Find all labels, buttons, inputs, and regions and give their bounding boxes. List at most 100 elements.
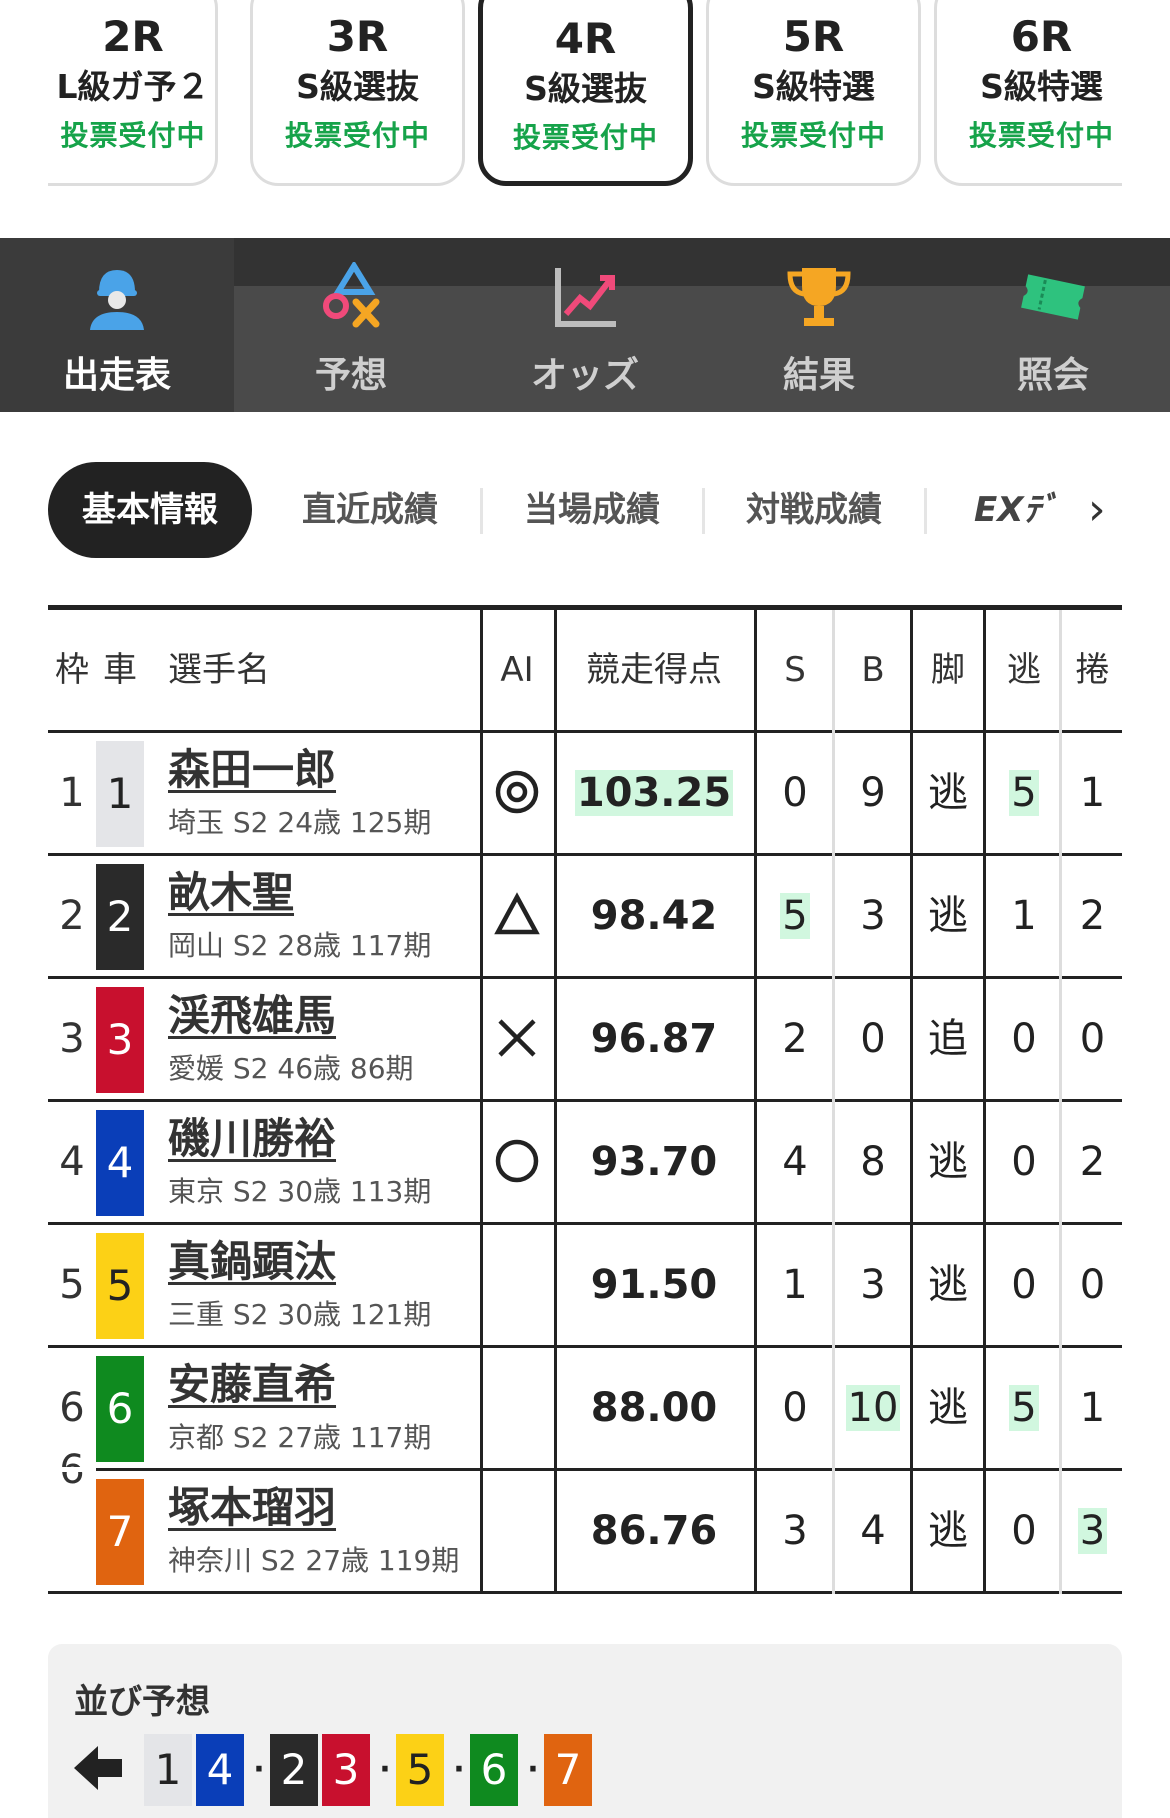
race-tab-6r[interactable]: 6R S級特選 投票受付中 [934, 0, 1122, 186]
frame-number: 1 [59, 770, 85, 816]
cell-leg: 追 [928, 1016, 968, 1062]
car-number-badge: 7 [96, 1479, 144, 1585]
subtab-matchup-results[interactable]: 対戦成績 [714, 462, 914, 558]
cell-makuri: 3 [1077, 1508, 1108, 1554]
cell-score: 93.70 [590, 1139, 718, 1185]
rider-icon [82, 262, 152, 332]
line-car-chip: 1 [144, 1734, 192, 1806]
nav-item-0[interactable]: 出走表 [0, 238, 234, 412]
race-tab-4r[interactable]: 4R S級選抜 投票受付中 [478, 0, 693, 186]
cell-nige: 0 [1011, 1016, 1037, 1062]
subtab-recent-results[interactable]: 直近成績 [270, 462, 470, 558]
cell-b: 0 [860, 1016, 886, 1062]
cell-score: 98.42 [590, 893, 718, 939]
cell-s: 0 [782, 1385, 808, 1431]
prediction-icon [316, 260, 386, 332]
cell-score: 91.50 [590, 1262, 718, 1308]
table-divider [832, 610, 835, 1594]
table-row[interactable]: 4 4 磯川勝裕 東京 S2 30歳 113期 93.70 4 8 逃 0 2 [48, 1102, 1122, 1225]
cell-leg: 逃 [928, 893, 968, 939]
header-frame: 枠 [55, 650, 89, 690]
car-number-badge: 6 [96, 1356, 144, 1462]
line-car-chip: 4 [196, 1734, 244, 1806]
cell-nige: 1 [1011, 893, 1037, 939]
cell-score: 103.25 [574, 770, 734, 816]
table-row[interactable]: 6 6 安藤直希 京都 S2 27歳 117期 88.00 0 10 逃 5 1 [48, 1348, 1122, 1471]
frame-number: 4 [59, 1139, 85, 1185]
cell-b: 9 [860, 770, 886, 816]
rider-name-link[interactable]: 磯川勝裕 [168, 1112, 336, 1166]
table-row[interactable]: 5 5 真鍋顕汰 三重 S2 30歳 121期 91.50 1 3 逃 0 0 [48, 1225, 1122, 1348]
nav-item-3[interactable]: 結果 [702, 238, 936, 412]
cell-nige: 5 [1009, 1385, 1039, 1431]
ai-mark-double-circle-icon [480, 733, 554, 853]
rider-name-link[interactable]: 畝木聖 [168, 866, 294, 920]
table-divider [554, 610, 557, 1594]
cell-leg: 逃 [928, 1262, 968, 1308]
race-tab-5r[interactable]: 5R S級特選 投票受付中 [706, 0, 921, 186]
subtab-ex-data[interactable]: EXﾃﾞ [974, 462, 1057, 558]
chevron-right-icon[interactable]: › [1088, 462, 1106, 558]
rider-name-link[interactable]: 渓飛雄馬 [168, 989, 336, 1043]
header-name: 選手名 [168, 650, 270, 690]
cell-makuri: 0 [1079, 1016, 1106, 1062]
table-row[interactable]: 7 塚本瑠羽 神奈川 S2 27歳 119期 86.76 3 4 逃 0 3 [48, 1471, 1122, 1594]
rider-name-link[interactable]: 真鍋顕汰 [168, 1235, 336, 1289]
table-row[interactable]: 2 2 畝木聖 岡山 S2 28歳 117期 98.42 5 3 逃 1 2 [48, 856, 1122, 979]
cell-s: 4 [782, 1139, 808, 1185]
line-prediction-panel: 並び予想 1 4 · 2 3 · 5 · 6 · 7 [48, 1644, 1122, 1818]
header-score: 競走得点 [586, 650, 722, 690]
race-class: L級ガ予２ [56, 67, 210, 106]
rider-info: 神奈川 S2 27歳 119期 [168, 1544, 460, 1577]
rider-info: 岡山 S2 28歳 117期 [168, 929, 432, 962]
frame-merge-cover [48, 1467, 96, 1472]
cell-s: 1 [782, 1262, 808, 1308]
table-divider [754, 610, 757, 1594]
cell-score: 88.00 [590, 1385, 718, 1431]
subtab-separator [924, 488, 927, 534]
header-ai: AI [500, 650, 534, 690]
table-row[interactable]: 3 3 渓飛雄馬 愛媛 S2 46歳 86期 96.87 2 0 追 0 0 [48, 979, 1122, 1102]
ai-mark-circle-icon [480, 1102, 554, 1222]
frame-number: 5 [59, 1262, 85, 1308]
race-status: 投票受付中 [60, 119, 206, 152]
car-number-badge: 4 [96, 1110, 144, 1216]
race-number: 5R [782, 12, 845, 61]
rider-name-link[interactable]: 安藤直希 [168, 1358, 336, 1412]
table-divider [983, 610, 986, 1594]
subtab-separator [702, 488, 705, 534]
rider-name-link[interactable]: 森田一郎 [168, 743, 336, 797]
cell-leg: 逃 [928, 1385, 968, 1431]
race-number: 2R [102, 12, 164, 61]
race-tab-2r[interactable]: 2R L級ガ予２ 投票受付中 [48, 0, 218, 186]
nav-item-1[interactable]: 予想 [234, 238, 468, 412]
line-separator: · [453, 1752, 465, 1787]
rider-name-link[interactable]: 塚本瑠羽 [168, 1481, 336, 1535]
ai-mark-triangle-icon [480, 856, 554, 976]
nav-item-2[interactable]: オッズ [468, 238, 702, 412]
ai-mark-empty [480, 1225, 554, 1345]
nav-label: オッズ [530, 355, 639, 396]
subtab-venue-results[interactable]: 当場成績 [492, 462, 692, 558]
header-leg: 脚 [931, 650, 965, 690]
race-tab-3r[interactable]: 3R S級選抜 投票受付中 [250, 0, 465, 186]
rider-info: 京都 S2 27歳 117期 [168, 1421, 432, 1454]
race-class: S級選抜 [296, 67, 419, 106]
cell-score: 96.87 [590, 1016, 718, 1062]
subtab-basic-info[interactable]: 基本情報 [48, 462, 252, 558]
cell-b: 10 [845, 1385, 901, 1431]
cell-b: 4 [860, 1508, 886, 1554]
cell-b: 8 [860, 1139, 886, 1185]
line-separator: · [253, 1752, 265, 1787]
nav-item-4[interactable]: 照会 [936, 238, 1170, 412]
ticket-icon [1018, 262, 1088, 332]
nav-label: 予想 [314, 355, 387, 396]
header-s: S [784, 650, 806, 690]
table-row[interactable]: 1 1 森田一郎 埼玉 S2 24歳 125期 103.25 0 9 逃 5 1 [48, 733, 1122, 856]
header-makuri: 捲 [1075, 650, 1110, 690]
race-status: 投票受付中 [512, 121, 658, 154]
table-divider [480, 610, 483, 1594]
nav-label: 結果 [782, 355, 855, 396]
table-header: 枠 車 選手名 AI 競走得点 S B 脚 逃 捲 [48, 605, 1122, 733]
cell-nige: 0 [1011, 1262, 1037, 1308]
